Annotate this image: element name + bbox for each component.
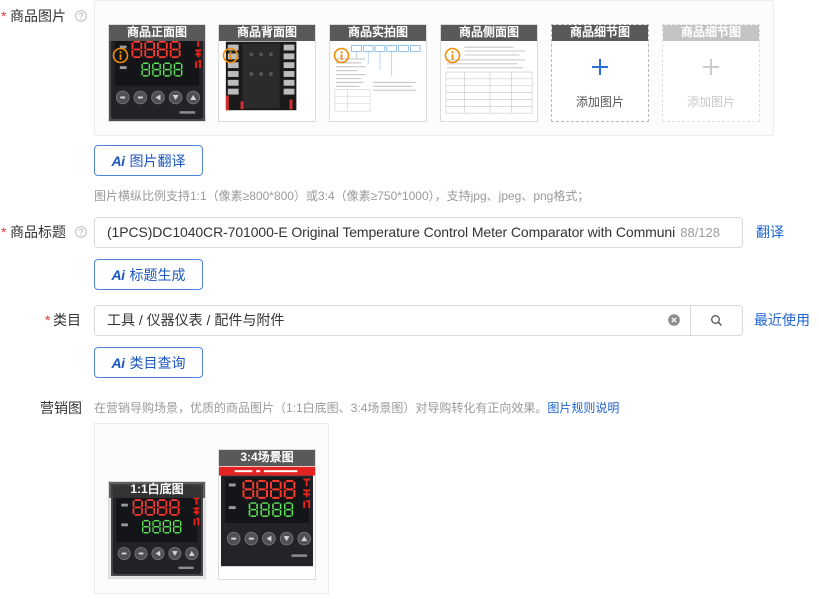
marketing-scene-photo — [219, 450, 315, 579]
add-image-label: 添加图片 — [575, 95, 624, 109]
product-title-input[interactable]: (1PCS)DC1040CR-701000-E Original Tempera… — [94, 217, 743, 248]
info-circle-icon[interactable] — [222, 47, 239, 64]
category-label: 类目 — [53, 312, 81, 328]
button-label: 图片翻译 — [129, 152, 186, 169]
question-circle-icon[interactable] — [75, 226, 87, 238]
image-slot-real[interactable]: 商品实拍图 — [329, 24, 427, 122]
category-value: 工具 / 仪器仪表 / 配件与附件 — [107, 312, 285, 328]
title-generate-button[interactable]: Ai 标题生成 — [94, 259, 203, 290]
slot-title: 商品细节图 — [663, 25, 759, 41]
title-translate-link[interactable]: 翻译 — [756, 222, 784, 242]
slot-title: 商品实拍图 — [330, 25, 426, 41]
required-mark: * — [1, 224, 7, 240]
slot-title: 3:4场景图 — [219, 450, 315, 466]
close-circle-icon[interactable] — [668, 314, 680, 326]
image-slot-detail-disabled: 商品细节图 添加图片 — [662, 24, 760, 122]
slot-title: 商品细节图 — [552, 25, 648, 41]
search-icon — [711, 315, 722, 326]
slot-title: 1:1白底图 — [109, 482, 205, 498]
info-circle-icon[interactable] — [444, 47, 461, 64]
image-rules-link[interactable]: 图片规则说明 — [547, 401, 619, 415]
category-input[interactable]: 工具 / 仪器仪表 / 配件与附件 — [94, 305, 691, 336]
title-char-counter: 88/128 — [680, 225, 720, 240]
slot-title: 商品背面图 — [219, 25, 315, 41]
plus-icon[interactable] — [591, 58, 609, 76]
marketing-hint-text: 在营销导购场景，优质的商品图片（1:1白底图、3:4场景图）对导购转化有正向效果… — [94, 401, 548, 415]
image-format-hint: 图片横纵比例支持1:1（像素≥800*800）或3:4（像素≥750*1000）… — [94, 189, 590, 203]
product-images-label: 商品图片 — [10, 8, 66, 24]
ai-icon: Ai — [111, 354, 126, 371]
product-title-label: 商品标题 — [10, 224, 66, 240]
marketing-images-hint: 在营销导购场景，优质的商品图片（1:1白底图、3:4场景图）对导购转化有正向效果… — [94, 400, 619, 416]
plus-icon — [703, 59, 719, 75]
question-circle-icon[interactable] — [75, 10, 87, 22]
required-mark: * — [1, 8, 7, 24]
marketing-slot-square[interactable]: 1:1白底图 — [108, 481, 206, 579]
image-slot-front[interactable]: 商品正面图 — [108, 24, 206, 122]
button-label: 标题生成 — [129, 266, 186, 283]
ai-icon: Ai — [111, 266, 126, 283]
image-slot-side[interactable]: 商品侧面图 — [440, 24, 538, 122]
add-image-label: 添加图片 — [686, 95, 735, 109]
category-query-button[interactable]: Ai 类目查询 — [94, 347, 203, 378]
product-title-value: (1PCS)DC1040CR-701000-E Original Tempera… — [107, 224, 676, 240]
required-mark: * — [45, 312, 51, 328]
info-circle-icon[interactable] — [333, 47, 350, 64]
category-search-button[interactable] — [690, 305, 743, 336]
image-translate-button[interactable]: Ai 图片翻译 — [94, 145, 203, 176]
slot-title: 商品侧面图 — [441, 25, 537, 41]
marketing-images-label: 营销图 — [40, 400, 82, 416]
recent-categories-link[interactable]: 最近使用 — [754, 310, 810, 330]
image-slot-detail-add[interactable]: 商品细节图 添加图片 — [551, 24, 649, 122]
info-circle-icon[interactable] — [112, 47, 129, 64]
slot-title: 商品正面图 — [109, 25, 205, 41]
image-slot-back[interactable]: 商品背面图 — [218, 24, 316, 122]
button-label: 类目查询 — [129, 354, 186, 371]
ai-icon: Ai — [111, 152, 126, 169]
marketing-slot-portrait[interactable]: 3:4场景图 — [218, 449, 316, 580]
